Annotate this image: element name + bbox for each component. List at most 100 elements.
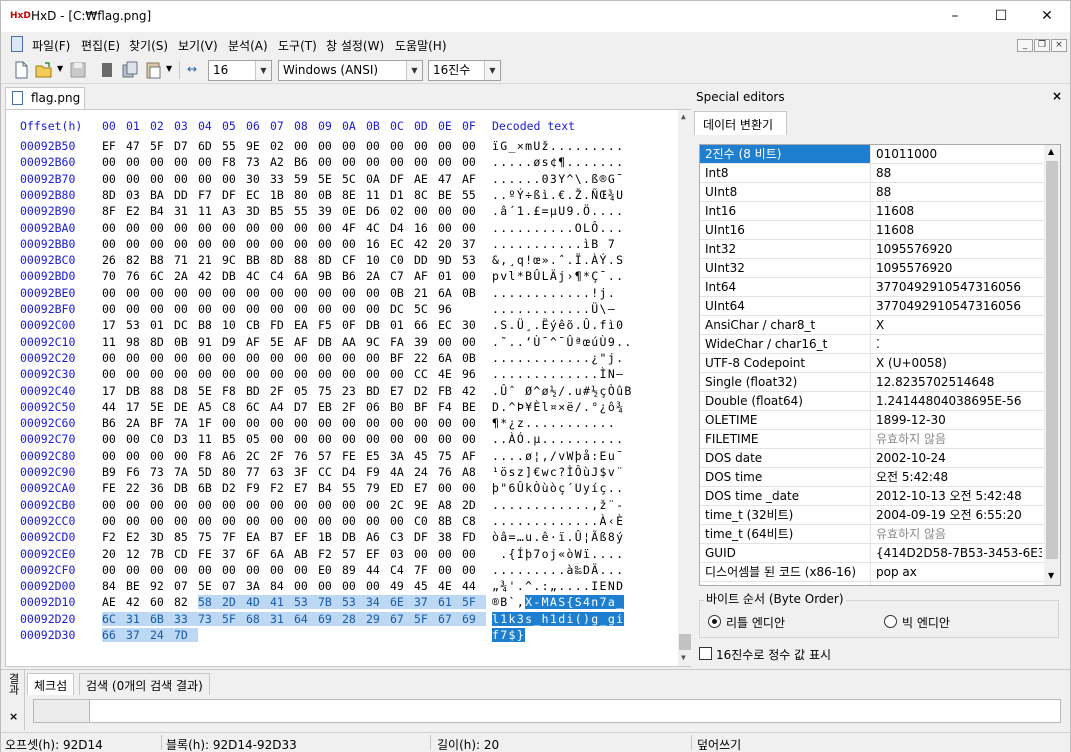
byte-cell[interactable]: 96 bbox=[462, 367, 484, 381]
byte-cell[interactable]: 00 bbox=[366, 498, 388, 512]
byte-cell[interactable]: 00 bbox=[318, 221, 340, 235]
byte-cell[interactable]: 2A bbox=[126, 416, 148, 430]
close-results-icon[interactable]: × bbox=[9, 710, 18, 723]
byte-cell[interactable]: 2D bbox=[222, 595, 246, 610]
byte-cell[interactable]: C0 bbox=[150, 432, 172, 446]
byte-cell[interactable]: 00 bbox=[318, 514, 340, 528]
byte-cell[interactable]: 37 bbox=[126, 628, 150, 642]
decoded-text[interactable]: .{Íþ7oj«òWï.... bbox=[492, 547, 624, 561]
inspector-value[interactable]: 01011000 bbox=[872, 145, 1042, 163]
byte-cell[interactable]: AF bbox=[462, 449, 484, 463]
paste-icon[interactable] bbox=[143, 60, 163, 80]
byte-cell[interactable]: CD bbox=[174, 547, 196, 561]
inspector-value[interactable]: X bbox=[872, 316, 1042, 334]
byte-cell[interactable]: C7 bbox=[390, 269, 412, 283]
byte-cell[interactable]: 5F bbox=[222, 611, 246, 626]
inspector-value[interactable]: 2002-10-24 bbox=[872, 449, 1042, 467]
byte-cell[interactable]: DF bbox=[414, 530, 436, 544]
byte-cell[interactable]: 00 bbox=[150, 286, 172, 300]
byte-cell[interactable]: DB bbox=[126, 384, 148, 398]
inspector-row[interactable]: 디스어셈블 된 코드 (x86-32)pop eax bbox=[700, 582, 1044, 585]
byte-cell[interactable]: 00 bbox=[102, 286, 124, 300]
byte-cell[interactable]: 00 bbox=[366, 286, 388, 300]
byte-cell[interactable]: 00 bbox=[390, 139, 412, 153]
byte-cell[interactable]: A6 bbox=[222, 449, 244, 463]
byte-cell[interactable]: 00 bbox=[126, 367, 148, 381]
byte-cell[interactable]: 00 bbox=[294, 416, 316, 430]
byte-cell[interactable]: D2 bbox=[414, 384, 436, 398]
byte-cell[interactable]: 3D bbox=[150, 530, 172, 544]
byte-cell[interactable]: DE bbox=[174, 400, 196, 414]
byte-cell[interactable]: 9B bbox=[318, 269, 340, 283]
inspector-value[interactable]: 11608 bbox=[872, 202, 1042, 220]
byte-cell[interactable]: ED bbox=[390, 481, 412, 495]
byte-cell[interactable]: DC bbox=[174, 318, 196, 332]
byte-cell[interactable]: 00 bbox=[366, 351, 388, 365]
byte-cell[interactable]: AE bbox=[102, 595, 124, 609]
byte-cell[interactable]: 67 bbox=[438, 611, 462, 626]
byte-cell[interactable]: DB bbox=[342, 530, 364, 544]
byte-cell[interactable]: 30 bbox=[462, 318, 484, 332]
byte-cell[interactable]: 00 bbox=[150, 155, 172, 169]
inspector-row[interactable]: 디스어셈블 된 코드 (x86-16) pop ax bbox=[700, 563, 1044, 582]
byte-cell[interactable]: 64 bbox=[294, 611, 318, 626]
byte-cell[interactable]: 53 bbox=[126, 318, 148, 332]
byte-cell[interactable]: 00 bbox=[126, 237, 148, 251]
byte-cell[interactable]: 0B bbox=[174, 335, 196, 349]
inspector-row[interactable]: UInt64 3770492910547316056 bbox=[700, 297, 1044, 316]
byte-cell[interactable]: 03 bbox=[390, 547, 412, 561]
decoded-text[interactable]: l1k3s_h1di()g_gi bbox=[492, 611, 625, 626]
byte-cell[interactable]: 00 bbox=[342, 351, 364, 365]
byte-cell[interactable]: BD bbox=[366, 384, 388, 398]
byte-cell[interactable]: 00 bbox=[270, 286, 292, 300]
byte-cell[interactable]: 55 bbox=[342, 481, 364, 495]
byte-cell[interactable]: 00 bbox=[150, 221, 172, 235]
byte-cell[interactable]: 02 bbox=[390, 204, 412, 218]
byte-cell[interactable]: C8 bbox=[462, 514, 484, 528]
decoded-text[interactable]: ..........OLÔ... bbox=[492, 221, 624, 235]
byte-cell[interactable]: 4C bbox=[246, 269, 268, 283]
byte-cell[interactable]: 00 bbox=[222, 351, 244, 365]
byte-cell[interactable]: CC bbox=[414, 367, 436, 381]
byte-cell[interactable]: 5C bbox=[414, 302, 436, 316]
byte-cell[interactable]: 28 bbox=[342, 611, 366, 626]
byte-cell[interactable]: 00 bbox=[342, 498, 364, 512]
decoded-text[interactable]: D.^Þ¥Èl¤×ë/.°¿ô¾ bbox=[492, 400, 624, 414]
byte-cell[interactable]: 00 bbox=[366, 139, 388, 153]
byte-cell[interactable]: 73 bbox=[198, 611, 222, 626]
data-inspector-table[interactable]: 2진수 (8 비트) 01011000 Int8 88 UInt8 88 Int16 1160… bbox=[699, 144, 1061, 586]
decoded-text[interactable]: ¶*¿z........... bbox=[492, 416, 616, 430]
byte-cell[interactable]: 8D bbox=[270, 253, 292, 267]
open-file-icon[interactable] bbox=[34, 60, 54, 80]
byte-cell[interactable]: B6 bbox=[294, 155, 316, 169]
byte-cell[interactable]: D2 bbox=[222, 481, 244, 495]
byte-cell[interactable]: D7 bbox=[174, 139, 196, 153]
byte-cell[interactable]: 0A bbox=[366, 172, 388, 186]
byte-cell[interactable]: 00 bbox=[102, 563, 124, 577]
byte-cell[interactable]: 6C bbox=[102, 611, 126, 626]
copy-icon[interactable] bbox=[120, 60, 140, 80]
decoded-text[interactable]: .............À‹È bbox=[492, 514, 624, 528]
byte-cell[interactable]: 00 bbox=[270, 514, 292, 528]
decoded-text[interactable]: þ"6ÛkÒùòç´Uyíç.. bbox=[492, 481, 624, 495]
byte-cell[interactable]: BE bbox=[126, 579, 148, 593]
byte-cell[interactable]: 4A bbox=[390, 465, 412, 479]
byte-cell[interactable]: 44 bbox=[366, 563, 388, 577]
byte-cell[interactable]: 8B bbox=[438, 514, 460, 528]
byte-cell[interactable]: 00 bbox=[462, 563, 484, 577]
paste-dropdown-icon[interactable]: ▼ bbox=[166, 64, 172, 73]
byte-cell[interactable]: 84 bbox=[102, 579, 124, 593]
byte-cell[interactable]: 00 bbox=[222, 172, 244, 186]
inspector-row[interactable]: time_t (32비트) 2004-09-19 오전 6:55:20 bbox=[700, 506, 1044, 525]
decoded-text[interactable]: .............ÌN– bbox=[492, 367, 624, 381]
byte-cell[interactable]: 00 bbox=[126, 286, 148, 300]
byte-cell[interactable]: 70 bbox=[102, 269, 124, 283]
byte-cell[interactable]: 00 bbox=[198, 302, 220, 316]
byte-cell[interactable]: AF bbox=[414, 269, 436, 283]
scroll-thumb[interactable] bbox=[679, 634, 691, 650]
byte-cell[interactable]: 42 bbox=[414, 237, 436, 251]
byte-cell[interactable]: 5E bbox=[270, 335, 292, 349]
decoded-text[interactable]: f7$} bbox=[492, 628, 526, 642]
byte-cell[interactable]: 58 bbox=[198, 595, 222, 610]
hex-int-checkbox[interactable] bbox=[699, 647, 712, 660]
